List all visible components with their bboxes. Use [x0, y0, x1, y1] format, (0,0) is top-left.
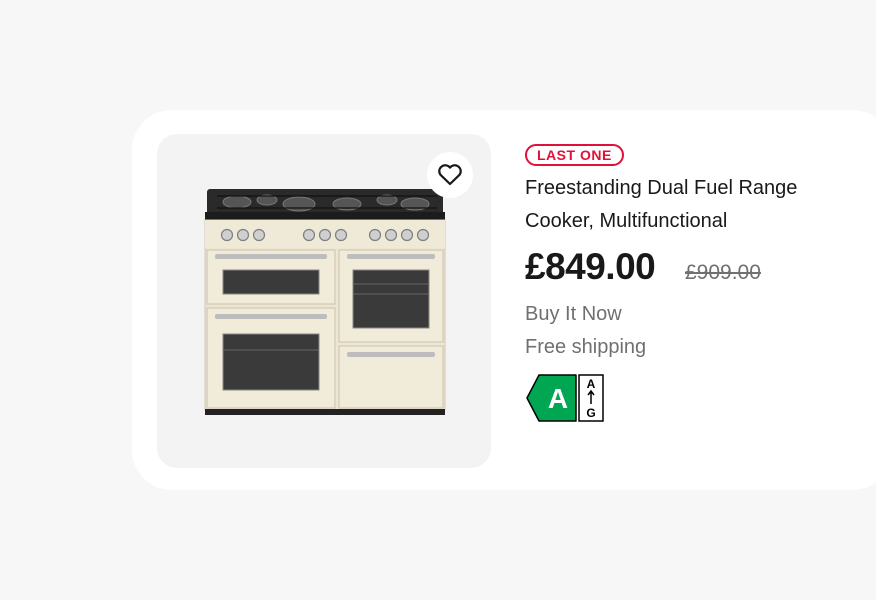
buying-format: Buy It Now — [525, 303, 622, 325]
heart-outline-icon — [438, 164, 462, 186]
original-price: £909.00 — [685, 261, 761, 284]
status-badge: LAST ONE — [525, 144, 624, 166]
energy-class-letter: A — [548, 383, 568, 414]
energy-scale-bottom: G — [586, 406, 595, 420]
watch-button[interactable] — [427, 152, 473, 198]
shipping-info: Free shipping — [525, 336, 647, 358]
listing-title-line-2[interactable]: Cooker, Multifunctional — [525, 205, 855, 238]
listing-title-line-1[interactable]: Freestanding Dual Fuel Range — [525, 172, 855, 205]
energy-scale-top: A — [587, 377, 596, 391]
current-price: £849.00 — [525, 246, 656, 287]
energy-rating-label: A A G — [526, 374, 604, 422]
listing-title[interactable]: Freestanding Dual Fuel Range Cooker, Mul… — [525, 172, 855, 238]
